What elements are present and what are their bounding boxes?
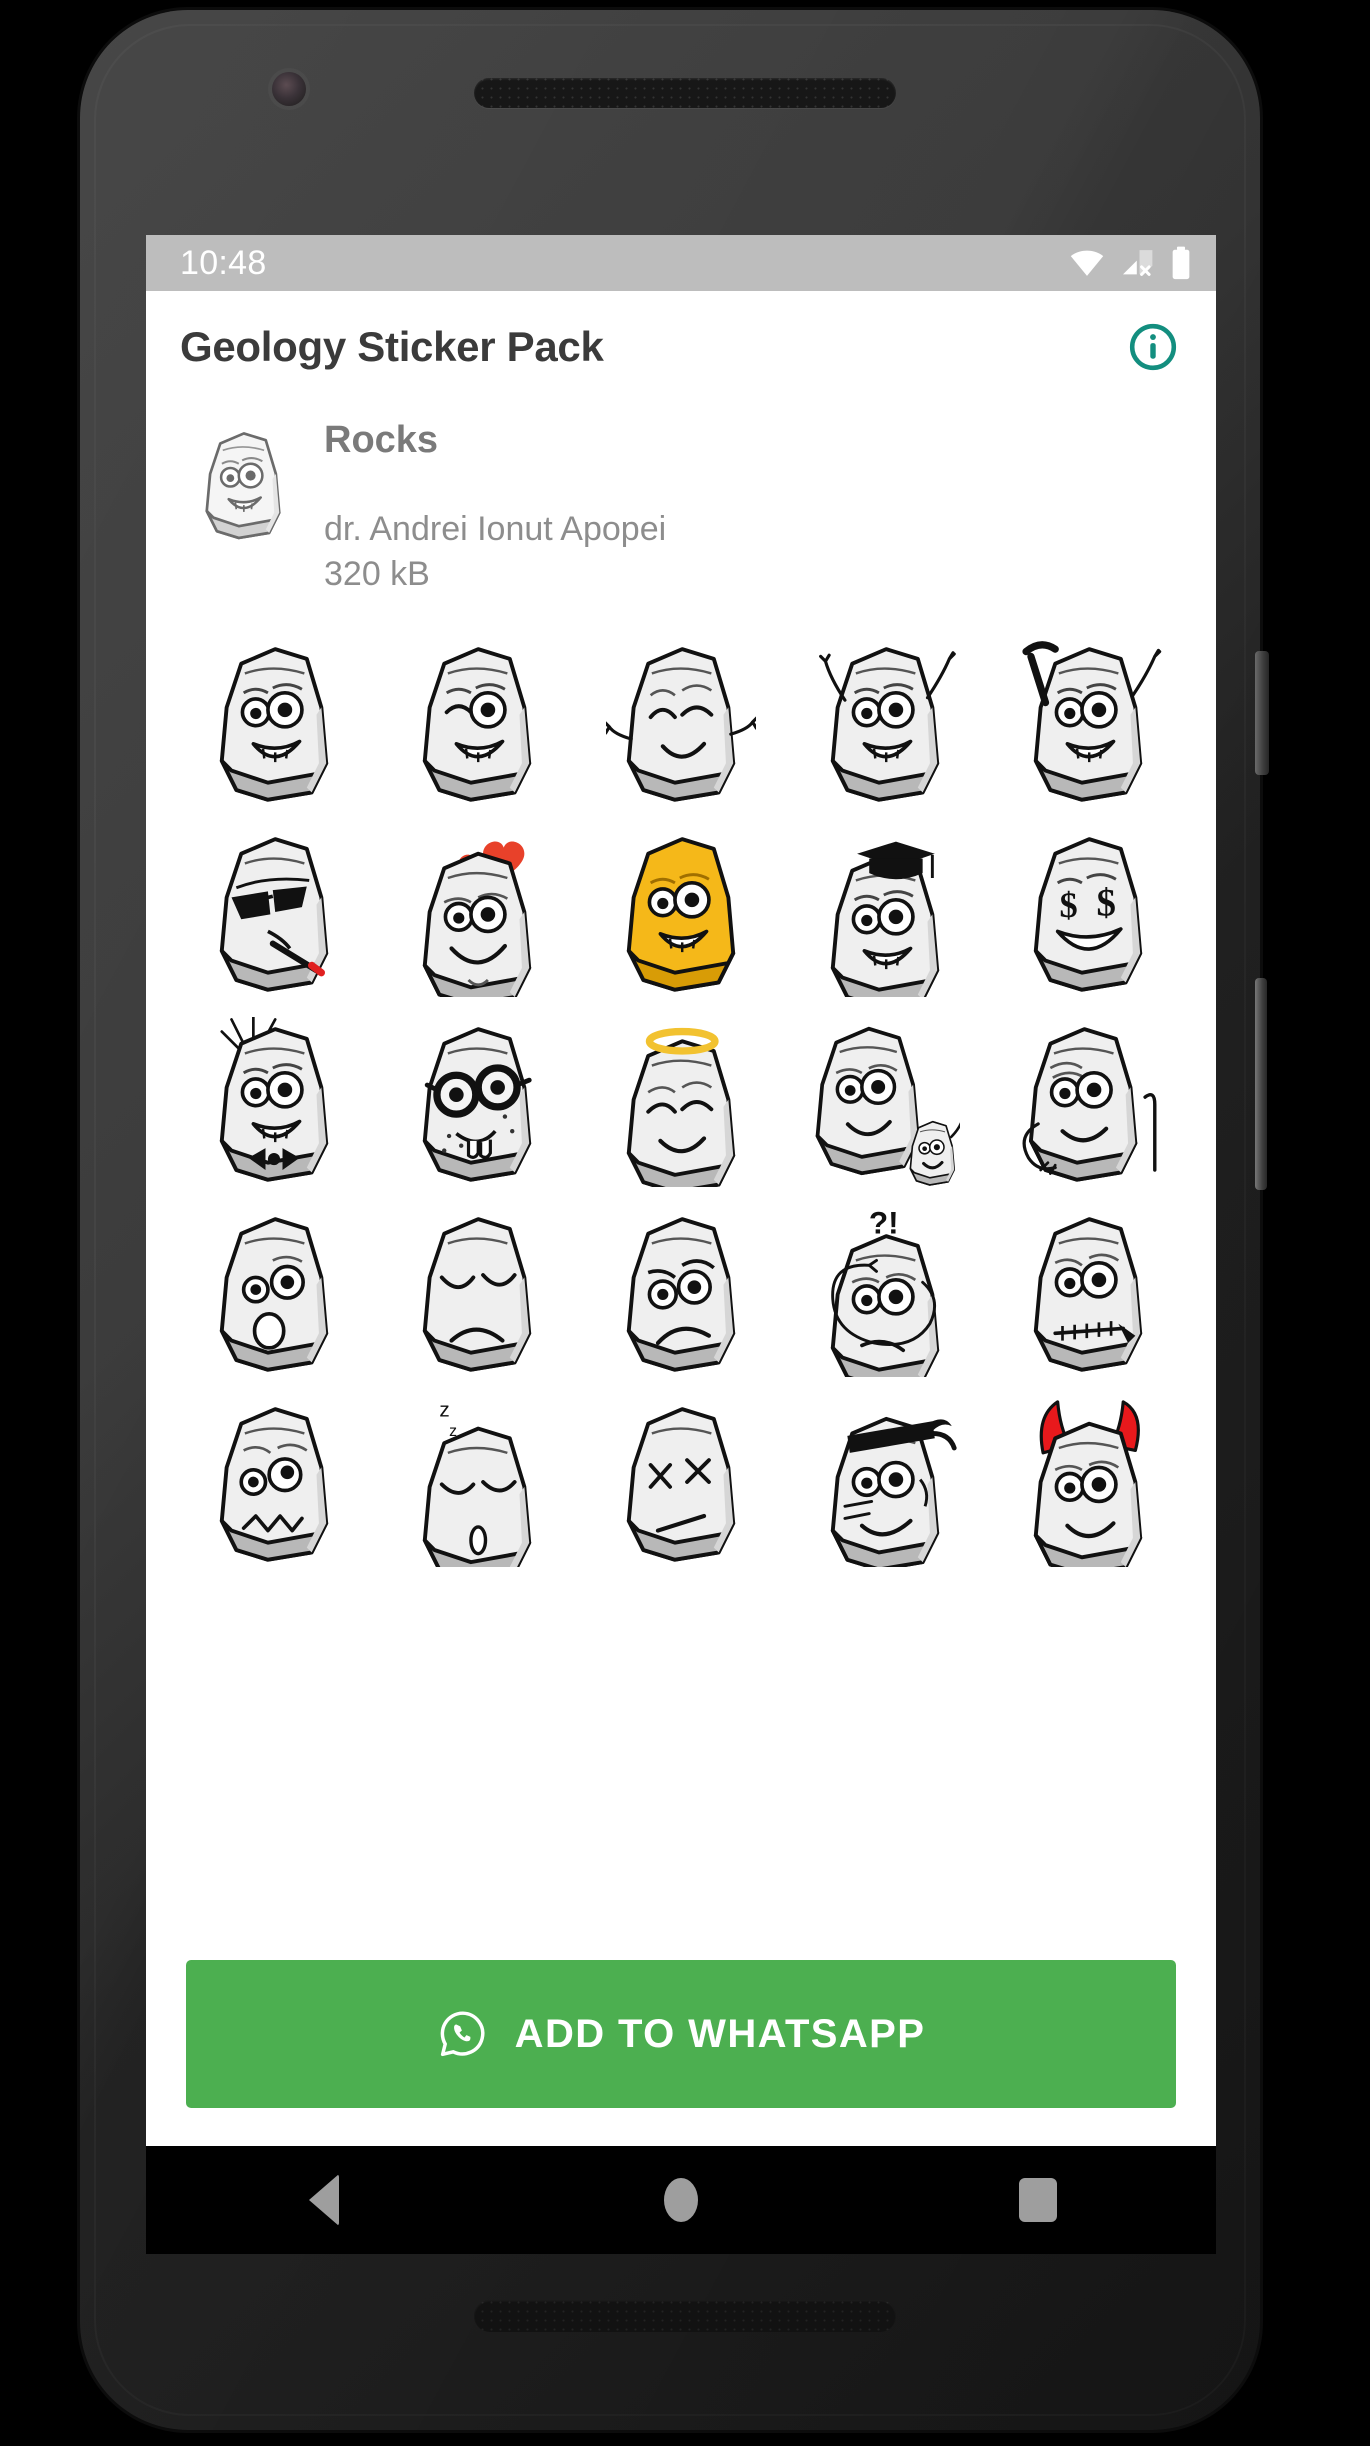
- pack-size: 320 kB: [324, 554, 430, 593]
- wifi-icon: [1070, 250, 1104, 276]
- nav-home-button[interactable]: [621, 2160, 741, 2240]
- volume-button[interactable]: [1255, 978, 1267, 1190]
- rock-money-eyes-sticker: $ $: [1034, 837, 1143, 993]
- cellular-no-sim-icon: [1123, 250, 1153, 276]
- rock-happy-arms-sticker: [605, 647, 756, 803]
- rock-ninja-sticker: [830, 1417, 957, 1568]
- battery-full-icon: [1172, 246, 1190, 280]
- sticker-rock-happy-arms[interactable]: [579, 632, 783, 812]
- sticker-rock-surprised[interactable]: [172, 1202, 376, 1382]
- front-camera: [272, 72, 306, 106]
- status-bar-clock: 10:48: [180, 243, 267, 282]
- home-circle-icon: [663, 2178, 698, 2222]
- pack-meta: Rocks dr. Andrei Ionut Apopei 320 kB: [306, 419, 1182, 596]
- rock-gold-sticker: [626, 837, 736, 993]
- sticker-rock-smile[interactable]: [172, 632, 376, 812]
- rock-worried-sticker: [219, 1407, 328, 1563]
- sticker-rock-confused[interactable]: ?!: [783, 1202, 987, 1382]
- sticker-rock-love[interactable]: [376, 822, 580, 1002]
- phone-screen: 10:48 Geology Sticker Pack Rocks dr. And…: [146, 235, 1216, 2146]
- status-bar-icons: [1068, 246, 1192, 280]
- sticker-rock-angel[interactable]: [579, 1012, 783, 1192]
- rock-nerd-sticker: [423, 1027, 533, 1183]
- rock-hammer-sticker: [1022, 641, 1162, 803]
- rock-dead-sticker: [626, 1407, 736, 1563]
- rock-waving-sticker: [818, 647, 956, 803]
- rock-elder-cane-sticker: [1022, 1027, 1157, 1183]
- sticker-rock-devil[interactable]: [986, 1392, 1190, 1572]
- rock-smile-tray-icon: [205, 432, 281, 540]
- rock-sad-sticker: [423, 1217, 532, 1373]
- pack-author: dr. Andrei Ionut Apopei: [324, 509, 667, 548]
- rock-angel-sticker: [626, 1028, 736, 1188]
- earpiece-speaker: [474, 78, 896, 108]
- sticker-rock-gold[interactable]: [579, 822, 783, 1002]
- sticker-rock-zipped[interactable]: [986, 1202, 1190, 1382]
- status-bar: 10:48: [146, 235, 1216, 291]
- rock-zipped-sticker: [1034, 1217, 1143, 1373]
- sticker-rock-bowtie[interactable]: [172, 1012, 376, 1192]
- sticker-rock-ninja[interactable]: [783, 1392, 987, 1572]
- recents-square-icon: [1018, 2178, 1057, 2222]
- pack-header: Rocks dr. Andrei Ionut Apopei 320 kB: [146, 403, 1216, 596]
- cta-container: ADD TO WHATSAPP: [146, 1960, 1216, 2108]
- sticker-rock-sad[interactable]: [376, 1202, 580, 1382]
- sticker-grid: $ $ ?! z z: [146, 632, 1216, 1572]
- app-bar: Geology Sticker Pack: [146, 291, 1216, 403]
- nav-back-button[interactable]: [264, 2160, 384, 2240]
- page-title: Geology Sticker Pack: [180, 323, 604, 370]
- sticker-rock-elder-cane[interactable]: [986, 1012, 1190, 1192]
- rock-bowtie-sticker: [219, 1017, 328, 1183]
- rock-devil-sticker: [1034, 1400, 1143, 1568]
- rock-parent-child-sticker: [815, 1027, 960, 1187]
- rock-cool-cigar-sticker: [219, 837, 328, 993]
- add-to-whatsapp-label: ADD TO WHATSAPP: [514, 2011, 926, 2056]
- rock-graduate-sticker: [830, 842, 939, 998]
- pack-tray-icon-wrap[interactable]: [180, 419, 306, 596]
- sticker-rock-sleeping[interactable]: z z z: [376, 1392, 580, 1572]
- pack-name: Rocks: [324, 419, 439, 461]
- sticker-rock-hammer[interactable]: [986, 632, 1190, 812]
- sticker-rock-worried[interactable]: [172, 1392, 376, 1572]
- rock-sleeping-sticker: z z z: [423, 1399, 532, 1568]
- back-triangle-icon: [309, 2174, 340, 2226]
- rock-surprised-sticker: [219, 1217, 328, 1373]
- sticker-rock-parent-child[interactable]: [783, 1012, 987, 1192]
- rock-wink-sticker: [423, 647, 532, 803]
- rock-love-sticker: [423, 841, 532, 998]
- whatsapp-icon: [440, 2011, 485, 2057]
- sticker-rock-dead[interactable]: [579, 1392, 783, 1572]
- svg-text:$: $: [1097, 882, 1116, 925]
- add-to-whatsapp-button[interactable]: ADD TO WHATSAPP: [186, 1960, 1176, 2108]
- sticker-rock-graduate[interactable]: [783, 822, 987, 1002]
- info-button[interactable]: [1124, 318, 1182, 376]
- sticker-rock-wink[interactable]: [376, 632, 580, 812]
- android-nav-bar: [146, 2146, 1216, 2254]
- sticker-rock-waving[interactable]: [783, 632, 987, 812]
- info-circle-icon: [1129, 323, 1177, 371]
- svg-text:z: z: [440, 1399, 450, 1422]
- sticker-rock-money-eyes[interactable]: $ $: [986, 822, 1190, 1002]
- nav-recents-button[interactable]: [978, 2160, 1098, 2240]
- svg-text:$: $: [1060, 885, 1078, 925]
- rock-frown-sticker: [626, 1217, 736, 1373]
- sticker-rock-cool-cigar[interactable]: [172, 822, 376, 1002]
- sticker-rock-frown[interactable]: [579, 1202, 783, 1382]
- rock-confused-sticker: ?!: [830, 1207, 939, 1378]
- power-button[interactable]: [1255, 651, 1269, 775]
- bottom-speaker: [474, 2300, 896, 2332]
- rock-smile-sticker: [219, 647, 328, 803]
- sticker-rock-nerd[interactable]: [376, 1012, 580, 1192]
- screenshot-root: 10:48 Geology Sticker Pack Rocks dr. And…: [0, 0, 1370, 2446]
